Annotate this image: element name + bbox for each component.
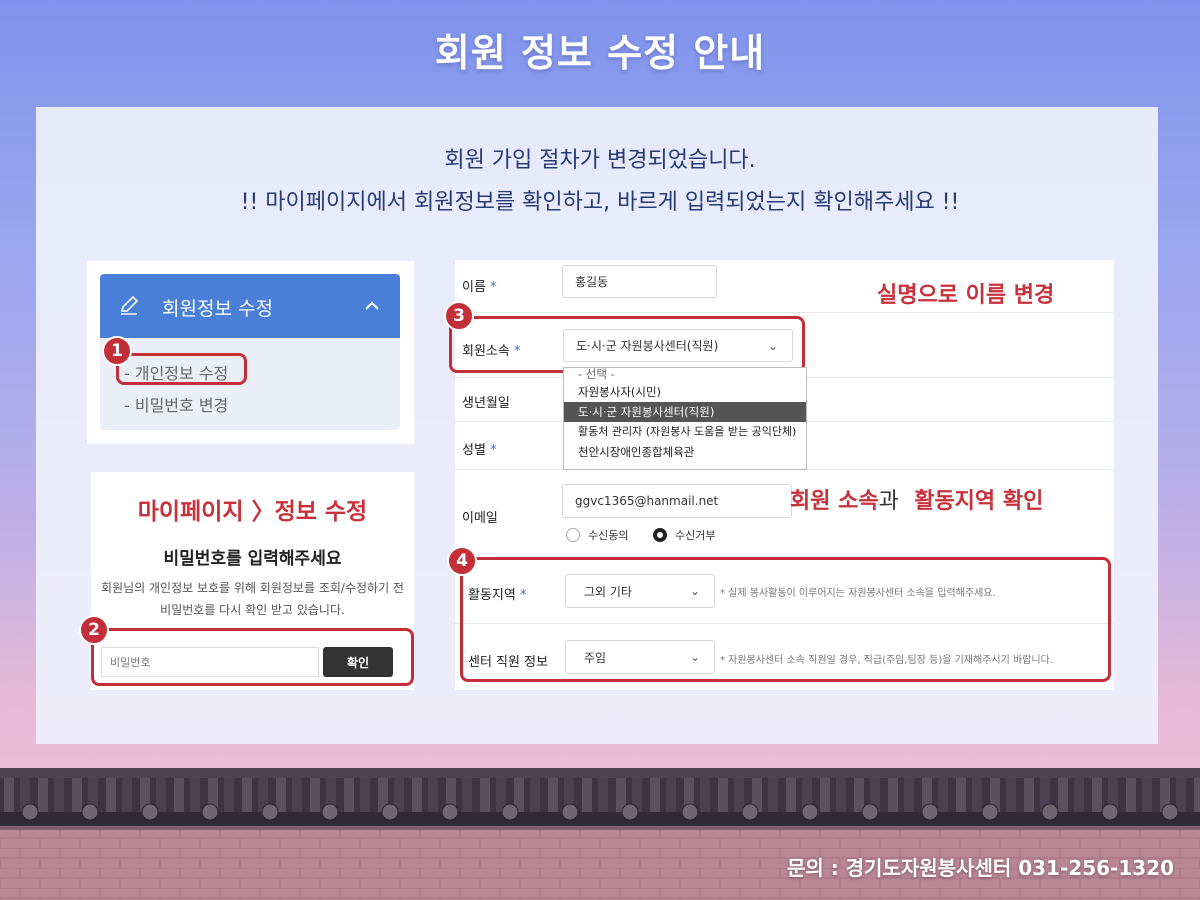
radio-unchecked-icon bbox=[566, 528, 580, 542]
name-label-text: 이름 bbox=[462, 280, 486, 295]
required-mark: * bbox=[490, 443, 497, 458]
email-reject-radio[interactable]: 수신거부 bbox=[653, 527, 715, 543]
step-badge-1: 1 bbox=[102, 336, 132, 366]
gender-label: 성별 * bbox=[462, 439, 497, 458]
pencil-icon bbox=[118, 294, 140, 320]
highlight-box-1 bbox=[116, 353, 247, 385]
radio-agree-label: 수신동의 bbox=[588, 529, 629, 542]
email-agree-radio[interactable]: 수신동의 bbox=[566, 527, 628, 543]
name-field[interactable]: 홍길동 bbox=[562, 265, 717, 298]
password-desc-1: 회원님의 개인정보 보호를 위해 회원정보를 조회/수정하기 전 bbox=[101, 581, 404, 595]
annotation-connector: 과 bbox=[878, 489, 899, 514]
password-heading: 비밀번호를 입력해주세요 bbox=[163, 549, 342, 569]
notice-line-2: !! 마이페이지에서 회원정보를 확인하고, 바르게 입력되었는지 확인해주세요… bbox=[240, 190, 960, 215]
notice-line-1: 회원 가입 절차가 변경되었습니다. bbox=[444, 148, 756, 173]
dropdown-option[interactable]: 자원봉사자(시민) bbox=[564, 382, 806, 402]
dropdown-option[interactable]: 천안시장애인종합체육관 bbox=[564, 442, 806, 462]
mypage-path-label: 마이페이지 〉정보 수정 bbox=[137, 499, 368, 525]
dropdown-option[interactable]: - 선택 - bbox=[564, 368, 806, 382]
affiliation-dropdown-list: - 선택 - 자원봉사자(시민) 도·시·군 자원봉사센터(직원) 활동처 관리… bbox=[563, 367, 807, 470]
highlight-box-4 bbox=[460, 557, 1111, 682]
gender-label-text: 성별 bbox=[462, 443, 486, 458]
dropdown-option[interactable]: 활동처 관리자 (자원봉사 도움을 받는 공익단체) bbox=[564, 422, 806, 442]
radio-reject-label: 수신거부 bbox=[675, 529, 716, 542]
highlight-box-2 bbox=[91, 628, 414, 686]
sidebar-item-password-change[interactable]: - 비밀번호 변경 bbox=[124, 392, 228, 416]
annotation-name-change: 실명으로 이름 변경 bbox=[877, 283, 1055, 308]
password-desc-2: 비밀번호를 다시 확인 받고 있습니다. bbox=[160, 603, 345, 617]
email-field[interactable]: ggvc1365@hanmail.net bbox=[562, 484, 792, 518]
sidebar-menu-title: 회원정보 수정 bbox=[162, 298, 273, 320]
dropdown-option-selected[interactable]: 도·시·군 자원봉사센터(직원) bbox=[564, 402, 806, 422]
footer-contact: 문의 : 경기도자원봉사센터 031-256-1320 bbox=[786, 856, 1174, 880]
step-badge-3: 3 bbox=[444, 301, 474, 331]
radio-checked-icon bbox=[653, 528, 667, 542]
sidebar-menu-header[interactable]: 회원정보 수정 bbox=[100, 274, 400, 338]
birth-label: 생년월일 bbox=[462, 396, 510, 411]
annotation-affiliation-suffix: 활동지역 확인 bbox=[914, 489, 1044, 514]
annotation-affiliation-region: 회원 소속과 활동지역 확인 bbox=[790, 483, 1043, 515]
step-badge-2: 2 bbox=[79, 615, 109, 645]
email-label: 이메일 bbox=[462, 511, 498, 526]
annotation-affiliation-prefix: 회원 소속 bbox=[790, 489, 879, 514]
page-title: 회원 정보 수정 안내 bbox=[434, 31, 766, 75]
required-mark: * bbox=[490, 280, 497, 295]
step-badge-4: 4 bbox=[447, 546, 477, 576]
name-label: 이름 * bbox=[462, 276, 497, 295]
highlight-box-3 bbox=[449, 316, 805, 373]
chevron-up-icon[interactable] bbox=[362, 296, 382, 320]
